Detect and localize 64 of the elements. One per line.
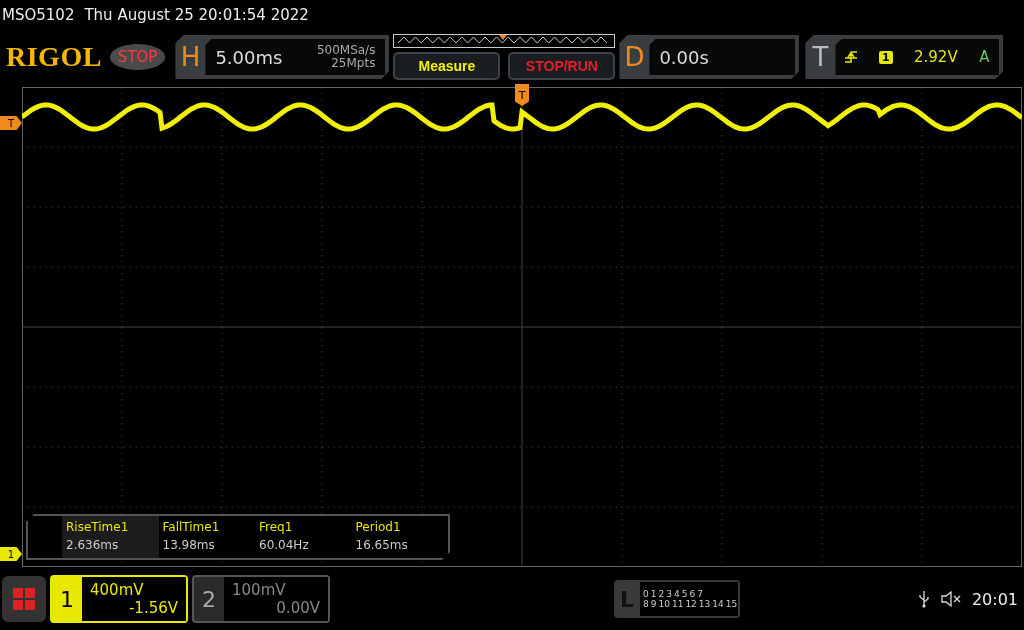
trigger-level-marker[interactable]: T [0, 116, 22, 130]
sample-rate: 500MSa/s [316, 44, 376, 57]
logic-channel-label: 15 [725, 599, 738, 609]
stop-run-button[interactable]: STOP/RUN [508, 52, 616, 80]
logic-channel-label: 14 [712, 599, 724, 609]
brand-logo: RIGOL [5, 41, 102, 73]
clock: 20:01 [971, 589, 1018, 609]
logic-channel-label: 12 [685, 599, 697, 609]
logic-channel-label: 5 [681, 589, 688, 599]
logic-channel-label: 9 [650, 599, 657, 609]
channel-box[interactable]: 1 400mV -1.56V [50, 575, 188, 623]
channel-scale: 400mV [90, 581, 145, 599]
memory-depth: 25Mpts [331, 57, 376, 70]
delay-value: 0.00s [659, 46, 709, 68]
measurement-value: 2.636ms [66, 538, 120, 552]
horizontal-panel[interactable]: H 5.00ms 500MSa/s 25Mpts [175, 35, 390, 79]
run-state-badge: STOP [109, 44, 166, 70]
logic-channel-label: 13 [698, 599, 711, 609]
channel-offset: 0.00V [275, 599, 320, 617]
logic-channel-label: 2 [658, 589, 665, 599]
trigger-position-marker[interactable]: T [515, 84, 529, 106]
timebase-value: 5.00ms [215, 46, 283, 68]
measurement-value: 16.65ms [355, 538, 409, 552]
date-time: Thu August 25 20:01:54 2022 [84, 6, 309, 24]
delay-panel[interactable]: D 0.00s [619, 35, 800, 79]
trigger-label: T [811, 42, 830, 72]
measurement-item[interactable]: FallTime1 13.98ms [158, 516, 255, 558]
trigger-mode: A [979, 48, 990, 66]
horizontal-label: H [179, 42, 202, 72]
usb-icon [917, 590, 930, 608]
menu-button[interactable] [2, 576, 46, 622]
logic-channel-label: 7 [697, 589, 703, 599]
speaker-muted-icon[interactable] [939, 590, 962, 608]
measurement-name: Freq1 [259, 520, 294, 534]
grid-menu-icon [13, 588, 35, 610]
measurement-name: FallTime1 [162, 520, 221, 534]
logic-channel-label: 10 [658, 599, 670, 609]
channel-box[interactable]: 2 100mV 0.00V [192, 575, 330, 623]
logic-channel-label: 6 [689, 589, 696, 599]
measurement-name: RiseTime1 [66, 520, 130, 534]
trigger-level: 2.92V [914, 48, 958, 66]
measurement-item[interactable]: Freq1 60.04Hz [255, 516, 352, 558]
logic-channel-label: 4 [673, 589, 680, 599]
trigger-panel[interactable]: T 1 2.92V A [805, 35, 1004, 79]
logic-channel-label: 3 [666, 589, 672, 599]
logic-channel-label: 11 [671, 599, 684, 609]
trigger-source: 1 [878, 50, 893, 64]
rising-edge-icon [845, 51, 858, 63]
measurement-item[interactable]: Period1 16.65ms [351, 516, 448, 558]
measurement-name: Period1 [355, 520, 402, 534]
measure-button[interactable]: Measure [393, 52, 501, 80]
delay-label: D [623, 42, 646, 72]
measurement-item[interactable]: RiseTime1 2.636ms [62, 516, 159, 558]
logic-channel-label: 8 [643, 599, 649, 609]
channel-offset-marker[interactable]: 1 [0, 547, 22, 561]
channel-offset: -1.56V [127, 599, 178, 617]
channel-scale: 100mV [232, 581, 287, 599]
model-name: MSO5102 [2, 6, 75, 24]
logic-channel-label: 1 [650, 589, 657, 599]
channel-number: 1 [59, 586, 75, 612]
logic-channel-label: 0 [643, 589, 649, 599]
measurement-value: 13.98ms [162, 538, 216, 552]
measurement-value: 60.04Hz [259, 538, 310, 552]
channel-number: 2 [201, 586, 217, 612]
